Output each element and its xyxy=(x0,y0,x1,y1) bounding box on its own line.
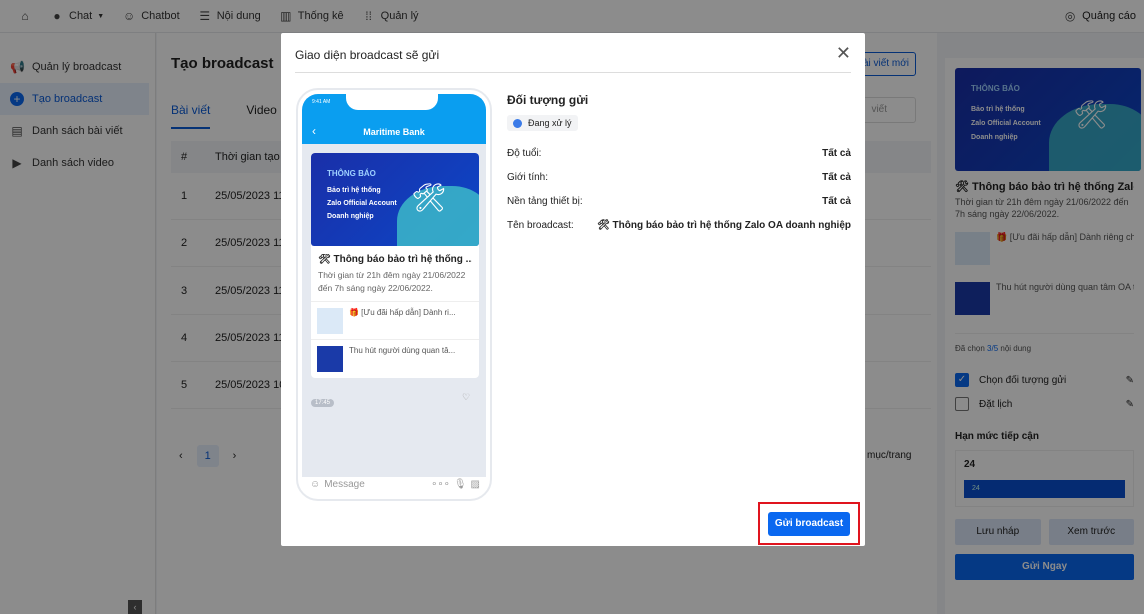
tools-icon: 🛠 xyxy=(411,182,447,213)
audience-title: Đối tượng gửi xyxy=(507,93,589,107)
preview-modal: Giao diện broadcast sẽ gửi ✕ 9:41 AM ‹ M… xyxy=(281,33,865,546)
list-item: Thu hút người dùng quan tâ... xyxy=(311,340,479,378)
field-platform: Nền tảng thiết bị: Tất cả xyxy=(507,189,851,213)
item-title: Thu hút người dùng quan tâ... xyxy=(349,346,456,355)
message-timestamp: 17:45 xyxy=(311,399,335,407)
field-age: Độ tuổi: Tất cả xyxy=(507,141,851,165)
field-label: Tên broadcast: xyxy=(507,219,574,231)
send-broadcast-button[interactable]: Gửi broadcast xyxy=(768,512,850,536)
status-badge: Đang xử lý xyxy=(507,115,578,131)
image-icon: ▨ xyxy=(470,478,480,490)
field-label: Độ tuổi: xyxy=(507,147,542,159)
divider xyxy=(295,72,851,73)
more-icon: ∘∘∘ xyxy=(431,478,450,490)
phone-preview: 9:41 AM ‹ Maritime Bank THÔNG BÁO Bảo tr… xyxy=(296,88,492,501)
banner-title: THÔNG BÁO xyxy=(327,169,376,178)
banner-image: THÔNG BÁO Bảo trì hệ thống Zalo Official… xyxy=(311,153,479,246)
field-label: Giới tính: xyxy=(507,171,549,183)
post-title: 🛠 Thông báo bảo trì hệ thống ... xyxy=(318,254,472,265)
field-value: 🛠 Thông báo bảo trì hệ thống Zalo OA doa… xyxy=(597,219,851,231)
banner-line: Zalo Official Account xyxy=(327,200,397,207)
phone-time: 9:41 AM xyxy=(312,99,331,105)
field-value: Tất cả xyxy=(822,171,851,183)
modal-title: Giao diện broadcast sẽ gửi xyxy=(295,48,440,62)
banner-line: Bảo trì hệ thống xyxy=(327,187,381,194)
item-title: 🎁 [Ưu đãi hấp dẫn] Dành ri... xyxy=(349,308,456,317)
chat-header: Maritime Bank xyxy=(363,127,425,137)
heart-icon: ♡ xyxy=(462,392,471,402)
field-value: Tất cả xyxy=(822,147,851,159)
list-item: 🎁 [Ưu đãi hấp dẫn] Dành ri... xyxy=(311,302,479,340)
mic-icon: 🎙 xyxy=(453,478,467,490)
send-highlight: Gửi broadcast xyxy=(758,502,860,545)
field-value: Tất cả xyxy=(822,195,851,207)
status-text: Đang xử lý xyxy=(528,118,572,128)
message-card: THÔNG BÁO Bảo trì hệ thống Zalo Official… xyxy=(311,153,479,378)
emoji-icon: ☺ xyxy=(310,478,321,490)
field-gender: Giới tính: Tất cả xyxy=(507,165,851,189)
post-desc: Thời gian từ 21h đêm ngày 21/06/2022 đến… xyxy=(318,270,466,293)
field-name: Tên broadcast: 🛠 Thông báo bảo trì hệ thố… xyxy=(507,213,851,237)
audience-info: Đối tượng gửi Đang xử lý Độ tuổi: Tất cả … xyxy=(507,93,851,237)
message-input: Message xyxy=(324,478,365,490)
banner-line: Doanh nghiệp xyxy=(327,213,374,220)
field-label: Nền tảng thiết bị: xyxy=(507,195,583,207)
close-icon[interactable]: ✕ xyxy=(836,43,851,64)
